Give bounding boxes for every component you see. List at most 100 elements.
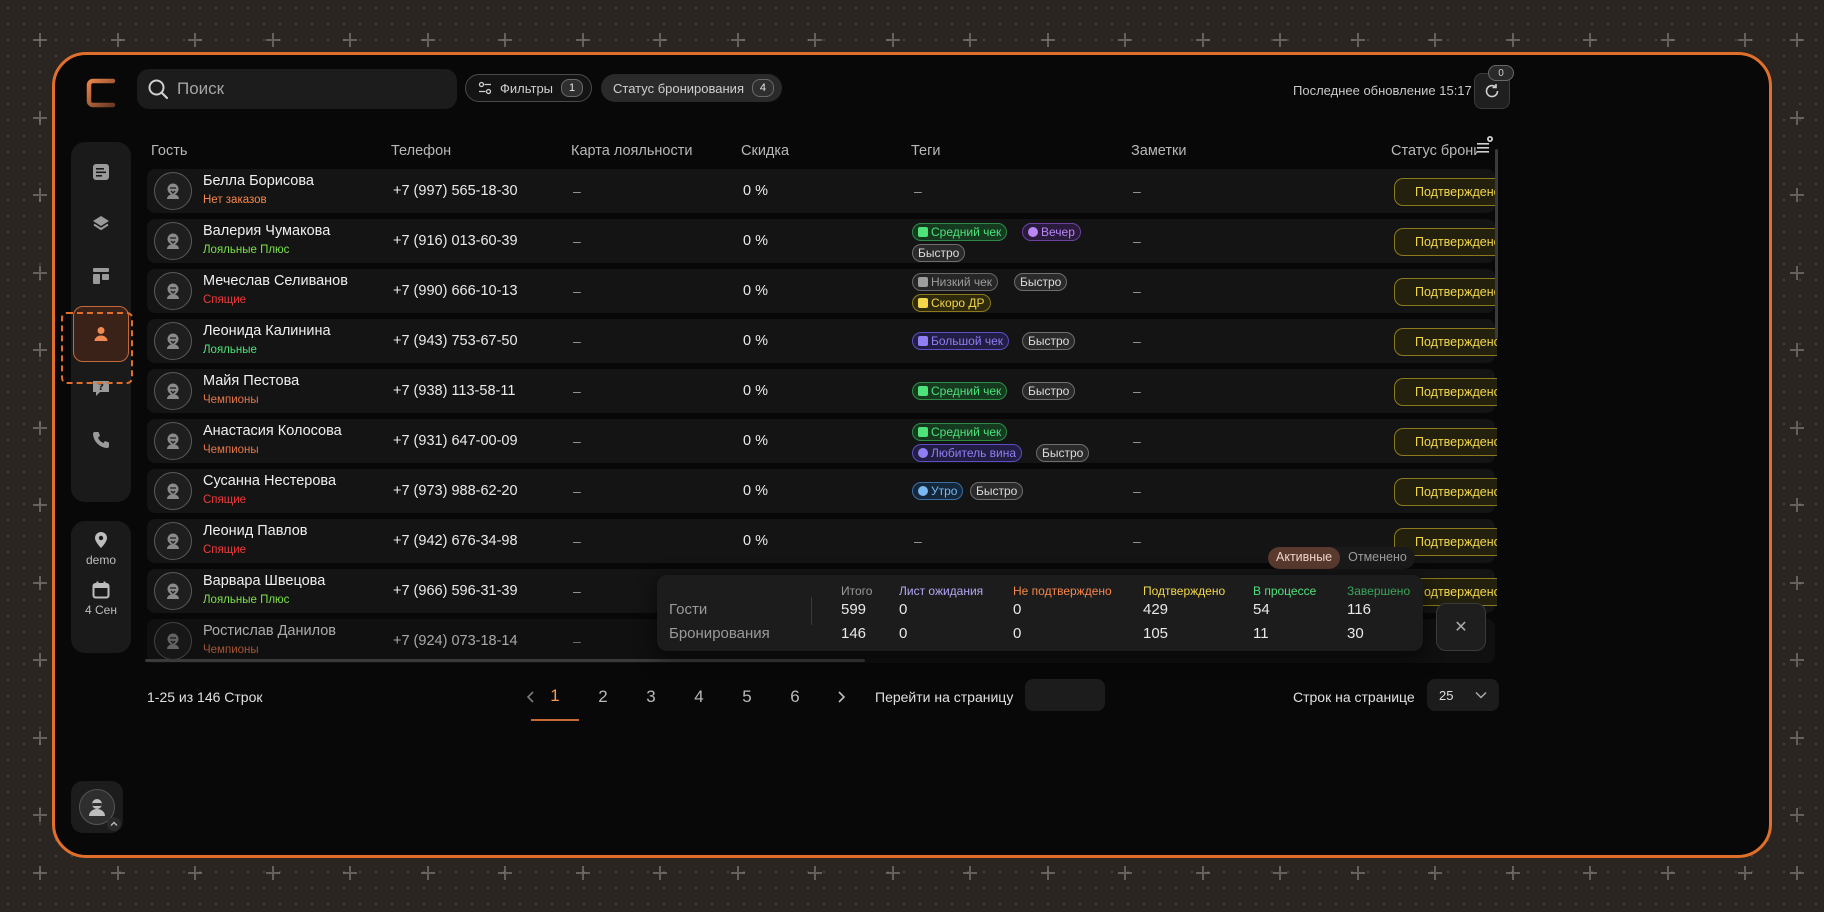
table-row[interactable]: Мечеслав Селиванов Спящие +7 (990) 666-1… [147,269,1497,313]
guest-phone[interactable]: +7 (990) 666-10-13 [393,283,518,299]
guest-phone[interactable]: +7 (924) 073-18-14 [393,633,518,649]
guest-segment: Лояльные [203,344,257,356]
page-button-4[interactable]: 4 [675,673,723,721]
notes-value[interactable]: – [1133,483,1141,499]
goto-page-input[interactable] [1025,679,1105,711]
status-badge[interactable]: Подтверждено [1394,328,1497,356]
notes-value[interactable]: – [1133,183,1141,199]
guest-phone[interactable]: +7 (997) 565-18-30 [393,183,518,199]
page-button-2[interactable]: 2 [579,673,627,721]
booking-stats-panel: Итого Лист ожидания Не подтверждено Подт… [657,575,1423,651]
guest-name[interactable]: Сусанна Нестерова [203,473,336,489]
table-row[interactable]: Сусанна Нестерова Спящие +7 (973) 988-62… [147,469,1497,513]
page-button-3[interactable]: 3 [627,673,675,721]
tag-chip[interactable]: Большой чек [912,332,1010,350]
vertical-scrollbar[interactable] [1495,149,1498,339]
table-row[interactable]: Майя Пестова Чемпионы +7 (938) 113-58-11… [147,369,1497,413]
guest-name[interactable]: Валерия Чумакова [203,223,330,239]
discount-value: 0 % [743,333,768,349]
status-badge[interactable]: Подтверждено [1394,428,1497,456]
guest-phone[interactable]: +7 (931) 647-00-09 [393,433,518,449]
tag-chip[interactable]: Быстро [1014,273,1068,291]
tag-chip[interactable]: Быстро [1022,382,1076,400]
search-bar[interactable] [137,69,457,109]
guest-name[interactable]: Леонид Павлов [203,523,308,539]
table-row[interactable]: Валерия Чумакова Лояльные Плюс +7 (916) … [147,219,1497,263]
stats-value: 54 [1253,601,1270,618]
close-stats-button[interactable]: ✕ [1436,603,1486,651]
rows-per-page-select[interactable]: 25 [1427,679,1499,711]
tag-chip[interactable]: Быстро [970,482,1024,500]
nav-item-board[interactable] [81,256,121,296]
column-header-discount[interactable]: Скидка [741,143,789,159]
tag-chip[interactable]: Средний чек [912,223,1008,241]
tag-chip[interactable]: Быстро [1022,332,1076,350]
guest-phone[interactable]: +7 (916) 013-60-39 [393,233,518,249]
guest-name[interactable]: Анастасия Колосова [203,423,342,439]
filters-button[interactable]: Фильтры 1 [465,74,593,102]
notes-value[interactable]: – [1133,433,1141,449]
column-settings-icon[interactable] [1475,135,1495,155]
loyalty-card: – [573,183,581,199]
tag-chip[interactable]: Средний чек [912,423,1008,441]
status-badge[interactable]: Подтверждено [1394,478,1497,506]
search-input[interactable] [177,79,437,99]
column-header-guest[interactable]: Гость [151,143,187,159]
status-badge[interactable]: Подтверждено [1394,378,1497,406]
toggle-active[interactable]: Активные [1268,547,1341,569]
guest-phone[interactable]: +7 (942) 676-34-98 [393,533,518,549]
tag-chip[interactable]: Средний чек [912,382,1008,400]
status-badge[interactable]: Подтверждено [1394,278,1497,306]
column-header-tags[interactable]: Теги [911,143,941,159]
tag-chip[interactable]: Низкий чек [912,273,999,291]
guest-phone[interactable]: +7 (966) 596-31-39 [393,583,518,599]
location-label[interactable]: demo [86,553,116,567]
guest-name[interactable]: Варвара Швецова [203,573,325,589]
tag-chip[interactable]: Быстро [912,244,966,262]
table-row[interactable]: Леонида Калинина Лояльные +7 (943) 753-6… [147,319,1497,363]
status-badge[interactable]: Подтверждено [1394,178,1497,206]
nav-item-calls[interactable] [81,420,121,460]
tag-chip[interactable]: Скоро ДР [912,294,991,312]
notes-value[interactable]: – [1133,533,1141,549]
guest-phone[interactable]: +7 (938) 113-58-11 [393,383,515,399]
user-avatar-button[interactable] [71,781,123,833]
guest-name[interactable]: Майя Пестова [203,373,299,389]
column-header-status[interactable]: Статус брони [1391,143,1477,159]
notes-value[interactable]: – [1133,333,1141,349]
page-button-5[interactable]: 5 [723,673,771,721]
notes-value[interactable]: – [1133,383,1141,399]
column-header-loyalty[interactable]: Карта лояльности [571,143,692,159]
guest-name[interactable]: Мечеслав Селиванов [203,273,348,289]
guest-avatar [154,172,192,210]
tag-label: Быстро [1028,334,1070,348]
guest-phone[interactable]: +7 (943) 753-67-50 [393,333,518,349]
stats-value: 146 [841,625,867,642]
table-row[interactable]: Анастасия Колосова Чемпионы +7 (931) 647… [147,419,1497,463]
column-header-phone[interactable]: Телефон [391,143,451,159]
date-label[interactable]: 4 Сен [85,603,117,617]
column-header-notes[interactable]: Заметки [1131,143,1186,159]
next-page-button[interactable] [817,673,865,721]
calendar-icon[interactable] [92,581,110,599]
notes-value[interactable]: – [1133,283,1141,299]
table-row[interactable]: Белла Борисова Нет заказов +7 (997) 565-… [147,169,1497,213]
horizontal-scrollbar[interactable] [145,659,865,662]
status-badge[interactable]: Подтверждено [1394,228,1497,256]
guest-name[interactable]: Леонида Калинина [203,323,331,339]
tag-chip[interactable]: Быстро [1036,444,1090,462]
nav-item-reports[interactable] [81,152,121,192]
tag-chip[interactable]: Любитель вина [912,444,1023,462]
location-pin-icon[interactable] [93,531,109,549]
page-button-1[interactable]: 1 [531,673,579,721]
booking-status-filter[interactable]: Статус бронирования 4 [601,74,782,102]
guest-name[interactable]: Ростислав Данилов [203,623,336,639]
guest-phone[interactable]: +7 (973) 988-62-20 [393,483,518,499]
guest-name[interactable]: Белла Борисова [203,173,314,189]
nav-item-layers[interactable] [81,204,121,244]
tag-chip[interactable]: Утро [912,482,964,500]
toggle-cancelled[interactable]: Отменено [1340,547,1415,569]
notes-value[interactable]: – [1133,233,1141,249]
page-button-6[interactable]: 6 [771,673,819,721]
tag-chip[interactable]: Вечер [1022,223,1081,241]
